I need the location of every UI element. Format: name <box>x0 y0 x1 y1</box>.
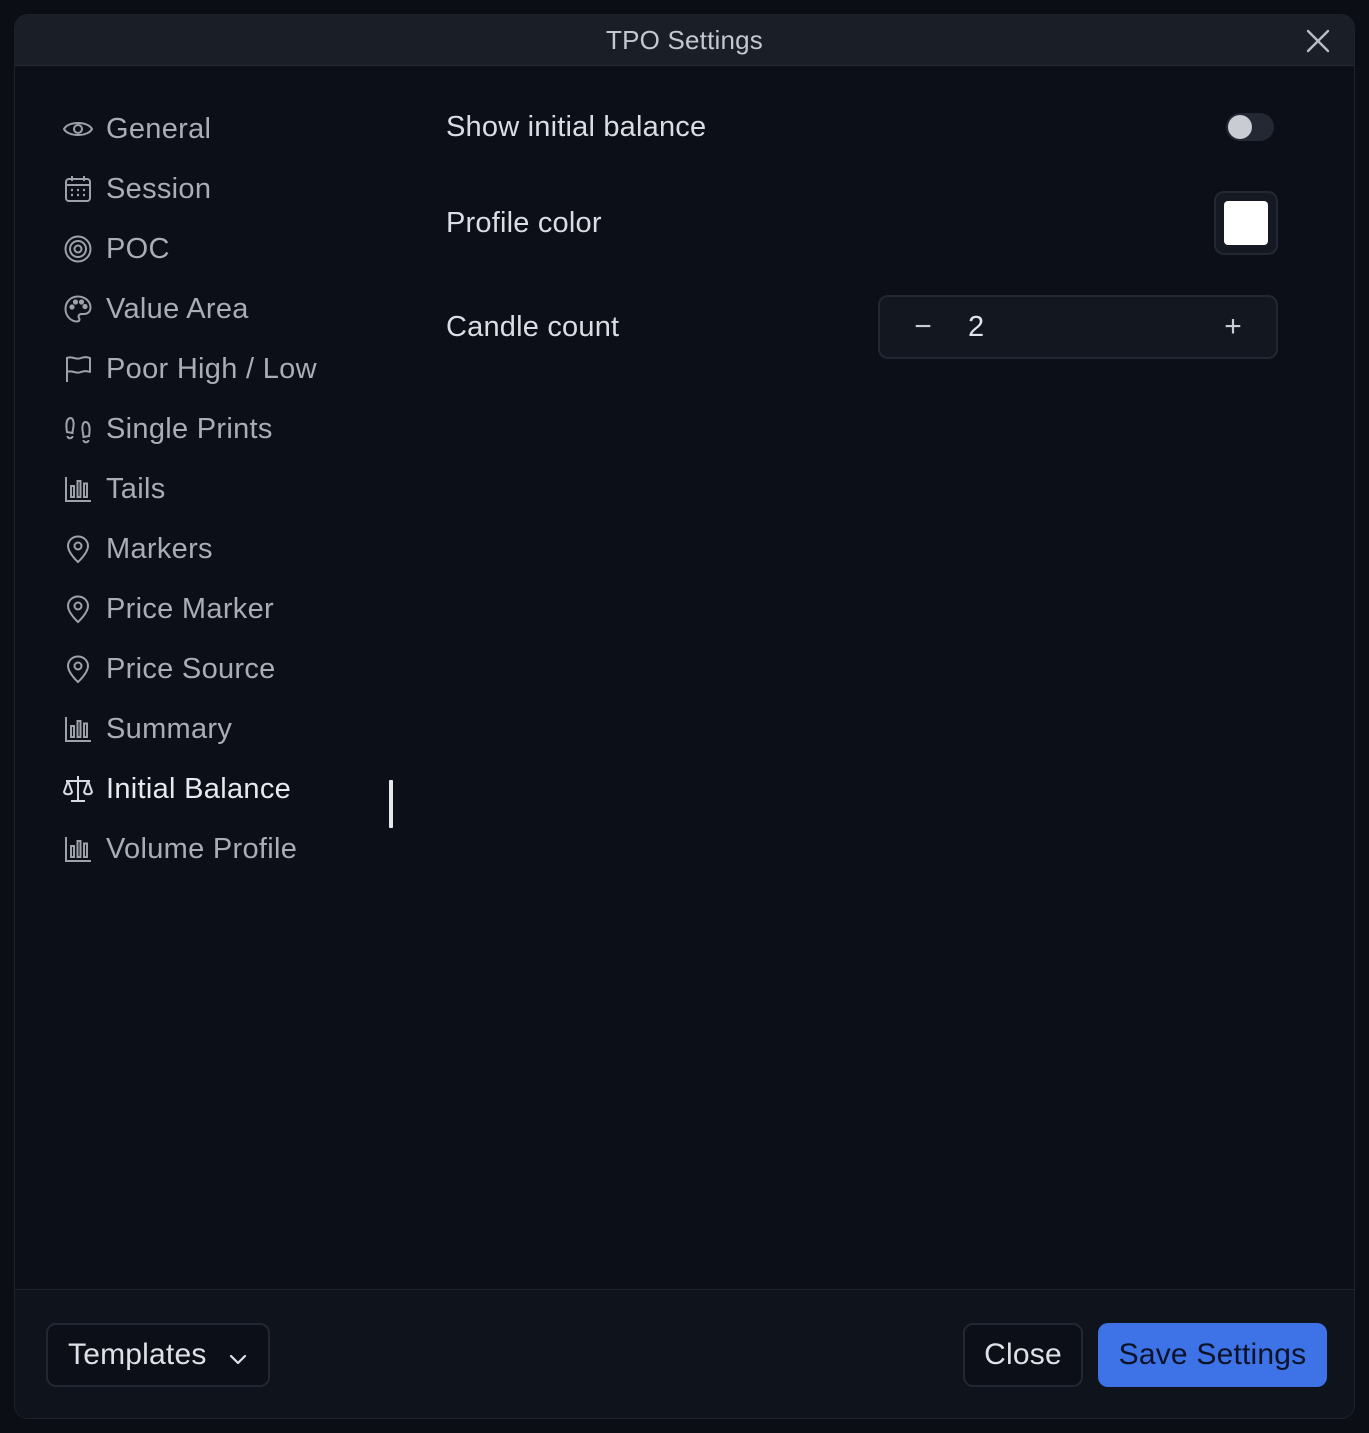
sidebar-item-initial-balance[interactable]: Initial Balance <box>61 759 381 819</box>
flag-icon <box>61 352 95 386</box>
dialog-title: TPO Settings <box>605 25 764 55</box>
sidebar-item-label: Value Area <box>106 292 249 325</box>
setting-label: Candle count <box>446 310 620 343</box>
sidebar-item-label: Summary <box>106 712 233 745</box>
setting-row-candle-count: Candle count − 2 + <box>446 295 1278 359</box>
footprints-icon <box>61 412 95 446</box>
color-swatch <box>1224 201 1268 245</box>
bar-chart-icon <box>61 712 95 746</box>
settings-dialog: TPO Settings General Session POC Value A… <box>14 14 1355 1419</box>
sidebar-item-value-area[interactable]: Value Area <box>61 279 381 339</box>
sidebar-item-label: Single Prints <box>106 412 273 445</box>
palette-icon <box>61 292 95 326</box>
sidebar-item-tails[interactable]: Tails <box>61 459 381 519</box>
sidebar-item-label: Volume Profile <box>106 832 298 865</box>
active-item-indicator <box>389 780 393 828</box>
target-icon <box>61 232 95 266</box>
settings-sidebar: General Session POC Value Area Poor High… <box>61 99 381 879</box>
close-button[interactable]: Close <box>963 1323 1083 1387</box>
sidebar-item-label: POC <box>106 232 170 265</box>
sidebar-item-label: Tails <box>106 472 166 505</box>
map-pin-icon <box>61 532 95 566</box>
dialog-footer: Templates Close Save Settings <box>15 1289 1354 1418</box>
chevron-down-icon <box>226 1345 250 1369</box>
sidebar-item-general[interactable]: General <box>61 99 381 159</box>
bar-chart-icon <box>61 472 95 506</box>
calendar-icon <box>61 172 95 206</box>
sidebar-item-markers[interactable]: Markers <box>61 519 381 579</box>
setting-row-profile-color: Profile color <box>446 191 1278 255</box>
sidebar-item-price-marker[interactable]: Price Marker <box>61 579 381 639</box>
sidebar-item-single-prints[interactable]: Single Prints <box>61 399 381 459</box>
sidebar-item-label: Poor High / Low <box>106 352 317 385</box>
templates-dropdown[interactable]: Templates <box>46 1323 270 1387</box>
eye-icon <box>61 112 95 146</box>
sidebar-item-label: Initial Balance <box>106 772 292 805</box>
sidebar-item-label: Session <box>106 172 212 205</box>
sidebar-item-label: Price Source <box>106 652 276 685</box>
templates-label: Templates <box>68 1338 207 1371</box>
sidebar-item-session[interactable]: Session <box>61 159 381 219</box>
sidebar-item-label: General <box>106 112 212 145</box>
decrement-button[interactable]: − <box>880 297 966 357</box>
show-initial-balance-toggle[interactable] <box>1226 113 1274 141</box>
sidebar-item-poc[interactable]: POC <box>61 219 381 279</box>
setting-label: Profile color <box>446 206 602 239</box>
setting-row-show-initial-balance: Show initial balance <box>446 99 1278 155</box>
setting-label: Show initial balance <box>446 110 707 143</box>
bar-chart-icon <box>61 832 95 866</box>
candle-count-stepper: − 2 + <box>878 295 1278 359</box>
scale-icon <box>61 772 95 806</box>
toggle-knob <box>1228 115 1252 139</box>
dialog-titlebar: TPO Settings <box>15 15 1354 66</box>
map-pin-icon <box>61 652 95 686</box>
sidebar-item-volume-profile[interactable]: Volume Profile <box>61 819 381 879</box>
close-icon[interactable] <box>1302 25 1334 57</box>
sidebar-item-label: Price Marker <box>106 592 274 625</box>
candle-count-input[interactable]: 2 <box>966 311 1190 344</box>
map-pin-icon <box>61 592 95 626</box>
increment-button[interactable]: + <box>1190 297 1276 357</box>
save-settings-button[interactable]: Save Settings <box>1098 1323 1327 1387</box>
sidebar-item-label: Markers <box>106 532 213 565</box>
sidebar-item-poor-high-low[interactable]: Poor High / Low <box>61 339 381 399</box>
sidebar-item-price-source[interactable]: Price Source <box>61 639 381 699</box>
sidebar-item-summary[interactable]: Summary <box>61 699 381 759</box>
profile-color-picker[interactable] <box>1214 191 1278 255</box>
settings-panel: Show initial balance Profile color Candl… <box>446 99 1278 359</box>
